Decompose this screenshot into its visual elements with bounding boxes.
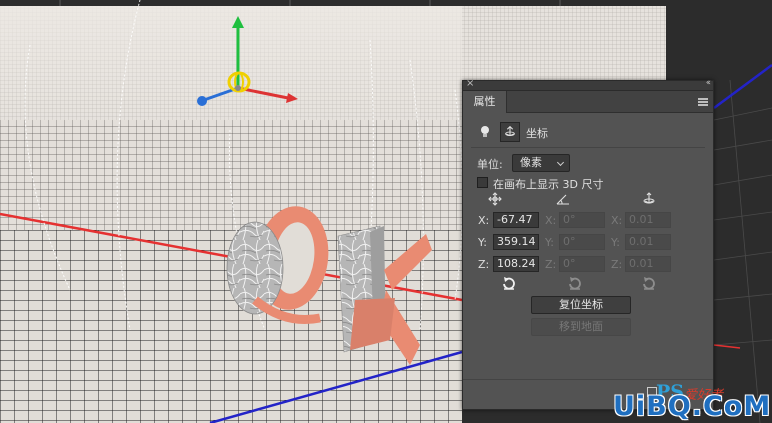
unit-label: 单位:: [477, 158, 503, 171]
show-3d-size-label[interactable]: 在画布上显示 3D 尺寸: [493, 176, 603, 192]
light-bulb-icon[interactable]: [479, 125, 491, 139]
chevron-down-icon: [556, 158, 565, 167]
scale-y-label: Y:: [611, 236, 620, 249]
rot-x-input: 0°: [559, 212, 605, 228]
divider: [471, 147, 705, 148]
scale-icon: [643, 192, 655, 204]
move-icon: [488, 192, 502, 206]
panel-title-bar[interactable]: × ‹‹: [463, 78, 713, 91]
ground-haze: [0, 6, 462, 126]
rot-x-label: X:: [545, 214, 557, 227]
show-3d-size-checkbox[interactable]: [477, 177, 488, 188]
panel-menu-icon[interactable]: [698, 98, 708, 106]
pos-y-label: Y:: [478, 236, 487, 249]
rot-z-input: 0°: [559, 256, 605, 272]
close-icon[interactable]: ×: [466, 78, 474, 89]
scale-y-input: 0.01: [625, 234, 671, 250]
scale-z-label: Z:: [611, 258, 623, 271]
scale-z-input: 0.01: [625, 256, 671, 272]
unit-select-value: 像素: [520, 156, 542, 169]
unit-select[interactable]: 像素: [512, 154, 570, 172]
reset-position-icon[interactable]: [501, 275, 517, 291]
watermark-url: UiBQ.CoM: [613, 391, 772, 422]
pos-x-label: X:: [478, 214, 490, 227]
properties-panel: × ‹‹ 属性 坐标 单位: 像素 在画布上显示 3D 尺寸 X: -67.47…: [462, 78, 714, 410]
scale-x-input: 0.01: [625, 212, 671, 228]
reset-rotation-icon: [569, 277, 581, 290]
rot-y-label: Y:: [545, 236, 554, 249]
reset-scale-icon: [643, 277, 655, 290]
property-type-row: 坐标: [463, 121, 713, 143]
pos-z-input[interactable]: 108.24: [493, 256, 539, 272]
property-type-label: 坐标: [526, 127, 548, 140]
pos-x-input[interactable]: -67.47: [493, 212, 539, 228]
collapse-icon[interactable]: ‹‹: [706, 78, 711, 88]
rot-y-input: 0°: [559, 234, 605, 250]
pos-z-label: Z:: [478, 258, 490, 271]
move-to-ground-button: 移到地面: [531, 318, 631, 336]
scale-x-label: X:: [611, 214, 623, 227]
reset-coordinates-button[interactable]: 复位坐标: [531, 296, 631, 314]
pos-y-input[interactable]: 359.14: [493, 234, 539, 250]
tab-properties[interactable]: 属性: [463, 91, 507, 113]
panel-tab-row: 属性: [463, 91, 713, 113]
rot-z-label: Z:: [545, 258, 557, 271]
rotate-icon: [556, 194, 569, 205]
coordinates-icon[interactable]: [500, 122, 520, 142]
